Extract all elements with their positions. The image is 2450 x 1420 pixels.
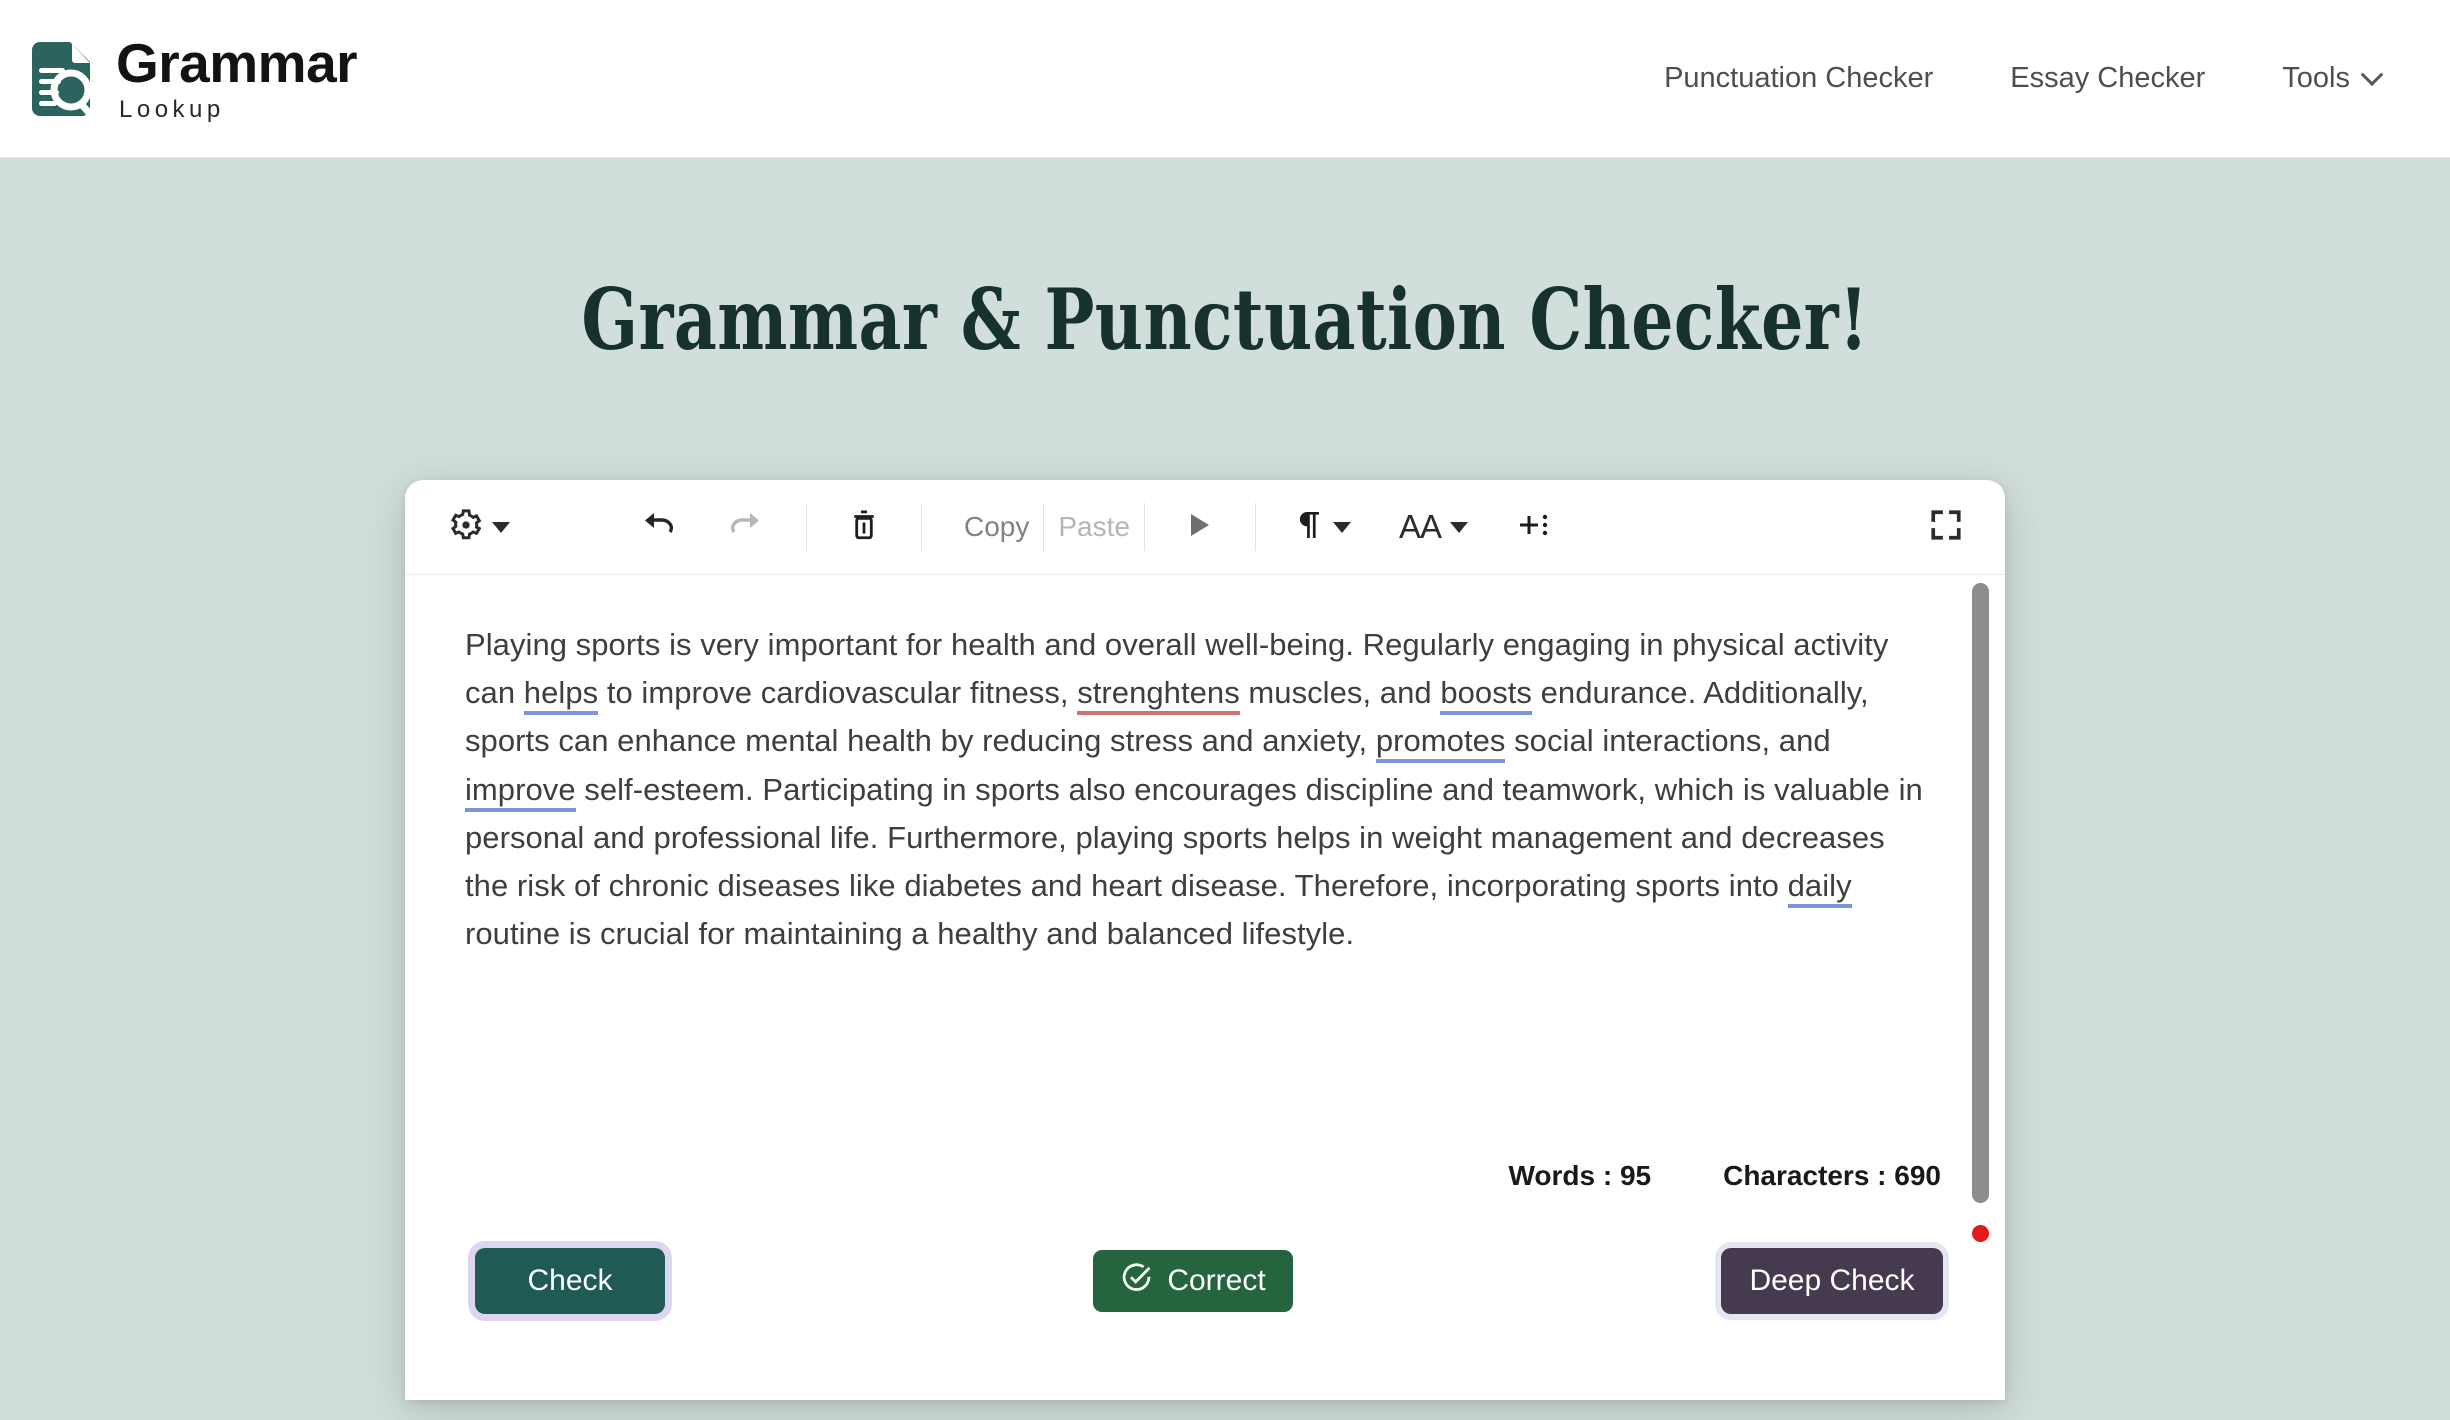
toolbar-divider xyxy=(1143,503,1145,551)
editor-toolbar: Copy Paste AA xyxy=(405,480,2005,575)
editor-scrollbar[interactable] xyxy=(1972,583,1989,1203)
correct-label: Correct xyxy=(1167,1264,1266,1297)
paste-button[interactable]: Paste xyxy=(1048,505,1140,549)
redo-button[interactable] xyxy=(716,504,774,551)
undo-arrow-icon xyxy=(640,510,678,545)
editor-card: Copy Paste AA Playing sports is very imp… xyxy=(405,480,2005,1400)
trash-icon xyxy=(849,508,879,547)
brand-title: Grammar xyxy=(116,31,358,94)
page-title: Grammar & Punctuation Checker! xyxy=(581,270,1869,369)
text-editor-area[interactable]: Playing sports is very important for hea… xyxy=(405,575,2005,1242)
grammar-error-improve[interactable]: improve xyxy=(465,771,576,812)
document-search-icon xyxy=(26,41,98,116)
grammar-error-daily[interactable]: daily xyxy=(1787,868,1852,909)
text-segment: routine is crucial for maintaining a hea… xyxy=(465,916,1355,952)
grammar-error-boosts[interactable]: boosts xyxy=(1440,675,1532,716)
settings-button[interactable] xyxy=(439,502,520,553)
fullscreen-button[interactable] xyxy=(1919,502,1973,553)
caret-down-icon xyxy=(1332,521,1351,533)
nav-label: Tools xyxy=(2282,62,2350,94)
toolbar-divider xyxy=(921,503,922,551)
caret-down-icon xyxy=(492,521,510,533)
grammar-error-helps[interactable]: helps xyxy=(523,675,599,716)
text-segment: self-esteem. Participating in sports als… xyxy=(465,771,1923,904)
play-triangle-icon xyxy=(1187,511,1213,544)
editor-counters: Words : 95 Characters : 690 xyxy=(405,1160,2005,1192)
redo-arrow-icon xyxy=(726,510,764,545)
copy-label: Copy xyxy=(964,511,1030,542)
brand-subtitle: Lookup xyxy=(119,95,225,123)
copy-button[interactable]: Copy xyxy=(954,505,1039,549)
main-navigation: Punctuation Checker Essay Checker Tools xyxy=(1664,62,2390,95)
check-circle-icon xyxy=(1120,1261,1153,1302)
font-size-label: AA xyxy=(1398,508,1442,545)
character-count: Characters : 690 xyxy=(1723,1160,1941,1191)
document-text[interactable]: Playing sports is very important for hea… xyxy=(465,621,1931,958)
grammar-error-promotes[interactable]: promotes xyxy=(1375,723,1506,764)
text-segment: to improve cardiovascular fitness, xyxy=(598,675,1078,711)
add-more-button[interactable] xyxy=(1506,503,1560,552)
nav-item-punctuation-checker[interactable]: Punctuation Checker xyxy=(1664,62,1933,95)
word-count: Words : 95 xyxy=(1508,1160,1652,1191)
toolbar-divider xyxy=(1254,503,1256,551)
toolbar-divider xyxy=(806,503,807,551)
nav-item-essay-checker[interactable]: Essay Checker xyxy=(2010,62,2205,95)
nav-item-tools[interactable]: Tools xyxy=(2282,62,2384,95)
toolbar-divider xyxy=(1043,503,1045,551)
correct-button[interactable]: Correct xyxy=(1093,1250,1293,1312)
paste-label: Paste xyxy=(1058,511,1130,542)
nav-label: Punctuation Checker xyxy=(1664,62,1934,94)
check-button[interactable]: Check xyxy=(475,1248,665,1314)
editor-actions: Check Correct Deep Check xyxy=(405,1192,2005,1314)
font-size-button[interactable]: AA xyxy=(1389,502,1478,552)
text-segment: muscles, and xyxy=(1239,675,1441,711)
fullscreen-icon xyxy=(1929,508,1963,547)
delete-button[interactable] xyxy=(839,502,889,553)
site-header: Grammar Lookup Punctuation Checker Essay… xyxy=(0,0,2450,158)
plus-more-icon xyxy=(1516,509,1550,546)
undo-button[interactable] xyxy=(630,504,688,551)
paragraph-style-button[interactable] xyxy=(1288,503,1361,552)
spelling-error-strenghtens[interactable]: strenghtens xyxy=(1077,675,1240,716)
text-segment: social interactions, and xyxy=(1505,723,1831,759)
gear-icon xyxy=(449,508,483,547)
deep-check-button[interactable]: Deep Check xyxy=(1721,1248,1943,1314)
pilcrow-icon xyxy=(1298,509,1324,546)
chevron-down-icon xyxy=(2360,62,2384,86)
play-button[interactable] xyxy=(1177,505,1223,550)
brand-logo[interactable]: Grammar Lookup xyxy=(26,31,358,123)
caret-down-icon xyxy=(1450,521,1469,533)
nav-label: Essay Checker xyxy=(2010,62,2206,94)
